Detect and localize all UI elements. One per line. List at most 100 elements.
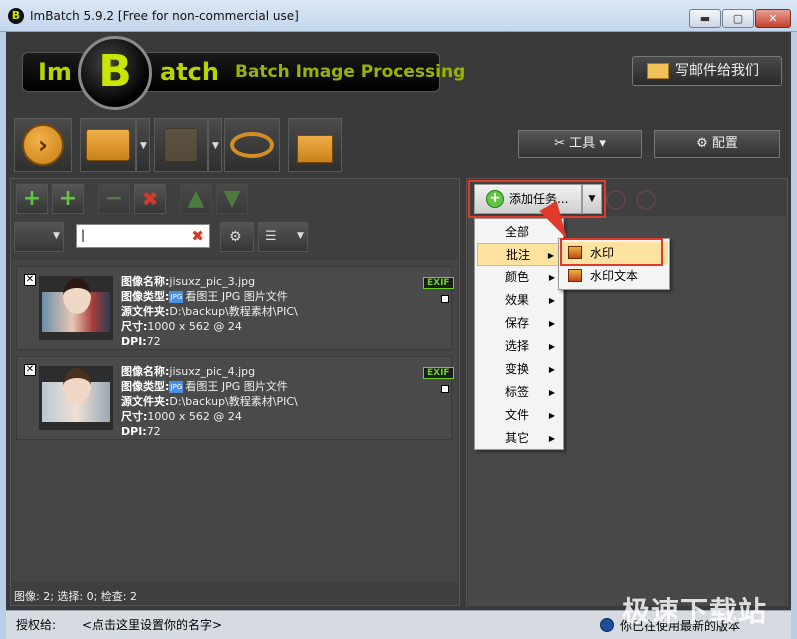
site-watermark: 极速下载站 — [622, 595, 768, 628]
license-label: 授权给: — [16, 618, 57, 632]
chevron-down-icon: ▼ — [297, 231, 304, 241]
menu-item-color[interactable]: 颜色 ▶ — [477, 266, 563, 289]
menu-item-annotate[interactable]: 批注 ▶ — [477, 243, 563, 266]
save-dropdown[interactable]: ▼ — [208, 118, 222, 172]
save-button[interactable] — [154, 118, 208, 172]
image-list: ✕ 图像名称:jisuxz_pic_3.jpg 图像类型:JPG 看图王 JPG … — [12, 260, 458, 582]
list-item[interactable]: ✕ 图像名称:jisuxz_pic_3.jpg 图像类型:JPG 看图王 JPG … — [16, 266, 454, 350]
delete-icon: ✖ — [141, 187, 159, 211]
floppy-icon — [164, 128, 198, 162]
exif-badge[interactable]: EXIF — [423, 277, 454, 289]
image-folder: D:\backup\教程素材\PIC\ — [169, 305, 298, 318]
close-button[interactable]: ✕ — [755, 9, 791, 28]
menu-item-select[interactable]: 选择 ▶ — [477, 335, 563, 358]
disable-task-button[interactable] — [636, 190, 656, 210]
image-type: 看图王 JPG 图片文件 — [185, 290, 288, 303]
highlight-box — [468, 180, 606, 218]
license-name-link[interactable]: <点击这里设置你的名字> — [82, 616, 222, 633]
image-name: jisuxz_pic_3.jpg — [169, 275, 256, 288]
plus-icon: + — [22, 186, 42, 211]
window-title: ImBatch 5.9.2 [Free for non-commercial u… — [30, 9, 299, 23]
run-button[interactable]: › — [14, 118, 72, 172]
config-label: 配置 — [711, 136, 738, 151]
preview-button[interactable] — [224, 118, 280, 172]
config-button[interactable]: ⚙ 配置 — [654, 130, 780, 158]
wrench-icon: ✂ — [554, 136, 570, 151]
remove-task-button[interactable] — [606, 190, 626, 210]
eye-icon — [230, 132, 274, 158]
select-marker[interactable] — [441, 295, 449, 303]
logo-text-right: atch — [160, 58, 219, 86]
submenu-item-watermark-text[interactable]: 水印文本 — [562, 265, 668, 287]
chevron-down-icon: ▼ — [140, 141, 147, 151]
highlight-box — [560, 238, 663, 266]
image-size: 1000 x 562 @ 24 — [147, 320, 242, 333]
image-type: 看图王 JPG 图片文件 — [185, 380, 288, 393]
add-folder-button[interactable]: + — [52, 184, 84, 214]
chevron-right-icon: ▶ — [548, 342, 555, 351]
chevron-right-icon: ▶ — [548, 388, 555, 397]
logo-text-left: Im — [38, 58, 72, 86]
app-icon: B — [8, 8, 24, 24]
gear-icon: ⚙ — [229, 229, 242, 245]
menu-item-tags[interactable]: 标签 ▶ — [477, 381, 563, 404]
filter-button[interactable]: ▼ — [14, 222, 64, 252]
logo-subtitle: Batch Image Processing — [235, 62, 466, 82]
chevron-right-icon: ▶ — [548, 319, 555, 328]
image-folder: D:\backup\教程素材\PIC\ — [169, 395, 298, 408]
tools-label: 工具 — [569, 136, 596, 151]
image-name: jisuxz_pic_4.jpg — [169, 365, 256, 378]
clear-search-icon[interactable]: ✖ — [191, 227, 204, 245]
chevron-down-icon: ▾ — [595, 136, 606, 151]
open-folder-dropdown[interactable]: ▼ — [136, 118, 150, 172]
envelope-icon — [647, 63, 669, 79]
clear-list-button[interactable]: ✖ — [134, 184, 166, 214]
image-thumbnail — [39, 276, 113, 340]
down-arrow-icon: ▼ — [223, 186, 241, 211]
open-folder-button[interactable] — [80, 118, 136, 172]
move-up-button[interactable]: ▲ — [180, 184, 212, 214]
menu-item-effects[interactable]: 效果 ▶ — [477, 289, 563, 312]
select-marker[interactable] — [441, 385, 449, 393]
menu-item-file[interactable]: 文件 ▶ — [477, 404, 563, 427]
list-item[interactable]: ✕ 图像名称:jisuxz_pic_4.jpg 图像类型:JPG 看图王 JPG … — [16, 356, 454, 440]
add-task-menu: 全部 批注 ▶ 颜色 ▶ 效果 ▶ 保存 ▶ 选择 ▶ 变换 ▶ 标签 ▶ 文件 ▶ 其它 ▶ — [474, 218, 564, 450]
menu-item-other[interactable]: 其它 ▶ — [477, 427, 563, 450]
watermark-text-icon — [568, 269, 582, 282]
tools-button[interactable]: ✂ 工具 ▾ — [518, 130, 642, 158]
menu-item-transform[interactable]: 变换 ▶ — [477, 358, 563, 381]
image-status-text: 图像: 2; 选择: 0; 检查: 2 — [14, 590, 138, 603]
minus-icon: − — [104, 186, 124, 211]
exif-badge[interactable]: EXIF — [423, 367, 454, 379]
item-checkbox[interactable]: ✕ — [24, 364, 36, 376]
chevron-down-icon: ▼ — [53, 231, 60, 241]
folder-icon — [86, 129, 130, 161]
basket-icon — [297, 135, 333, 163]
chevron-right-icon: ▶ — [547, 251, 554, 260]
chevron-right-icon: ▶ — [548, 273, 555, 282]
maximize-button[interactable]: ▢ — [722, 9, 754, 28]
minimize-button[interactable]: ▬ — [689, 9, 721, 28]
chevron-right-icon: ▶ — [548, 411, 555, 420]
remove-image-button[interactable]: − — [98, 184, 130, 214]
up-arrow-icon: ▲ — [187, 186, 205, 211]
add-image-button[interactable]: + — [16, 184, 48, 214]
logo-badge: B — [78, 36, 152, 110]
menu-item-save[interactable]: 保存 ▶ — [477, 312, 563, 335]
search-input[interactable]: | ✖ — [76, 224, 210, 248]
chevron-right-icon: ▶ — [548, 365, 555, 374]
image-size: 1000 x 562 @ 24 — [147, 410, 242, 423]
list-view-icon: ☰ — [265, 229, 277, 244]
chevron-right-icon: ▶ — [548, 434, 555, 443]
update-icon — [600, 618, 614, 632]
move-down-button[interactable]: ▼ — [216, 184, 248, 214]
shop-button[interactable] — [288, 118, 342, 172]
mail-us-button[interactable]: 写邮件给我们 — [632, 56, 782, 86]
chevron-down-icon: ▼ — [212, 141, 219, 151]
mail-us-label: 写邮件给我们 — [675, 63, 759, 79]
view-mode-button[interactable]: ☰ ▼ — [258, 222, 308, 252]
jpg-icon: JPG — [169, 291, 184, 303]
item-checkbox[interactable]: ✕ — [24, 274, 36, 286]
settings-scan-button[interactable]: ⚙ — [220, 222, 254, 252]
gear-icon: ⚙ — [696, 136, 712, 151]
